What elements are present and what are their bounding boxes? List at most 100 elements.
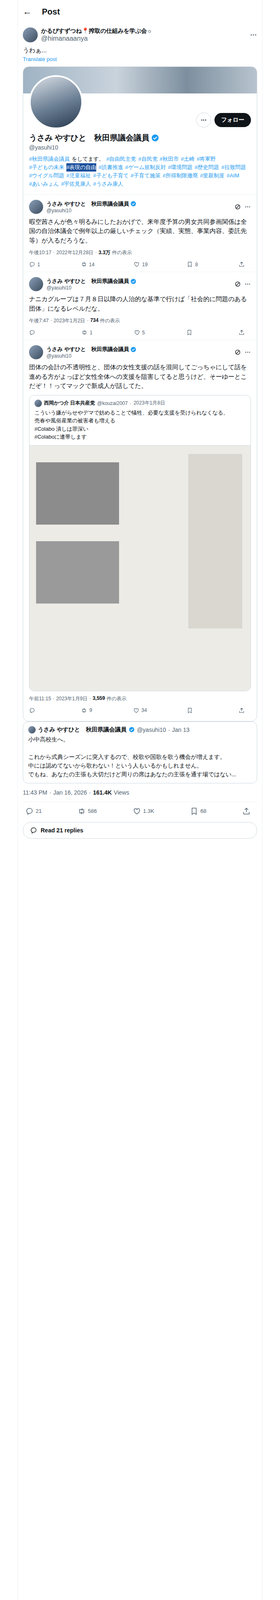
newspaper-image (29, 444, 251, 690)
verified-icon (150, 133, 160, 142)
profile-more-button[interactable] (196, 112, 212, 128)
bio-segment[interactable]: #あいみょん (29, 179, 59, 188)
bio-segment[interactable]: #秋田県議会議員 (29, 154, 70, 164)
translate-link[interactable]: Translate post (22, 56, 258, 63)
tweet-handle: @yasuhi10 (46, 207, 232, 214)
repost-icon (77, 805, 86, 815)
tweet-action[interactable]: 8 (186, 260, 200, 268)
tweet-author: うさみ やすひと 秋田県議会議員 (46, 199, 130, 208)
bio-segment[interactable]: #環境問題 (168, 163, 193, 172)
quoted-tweet: 西岡かつ介 日本共産党 @kouzai2007 · 2023年1月8日 こういう… (29, 394, 251, 691)
tweet-meta: 午前11:15·2023年1月9日· 3,559件の表示 (29, 694, 251, 702)
tweet-actions: 9 34 (29, 704, 251, 715)
tweet-action[interactable]: 5 (133, 328, 147, 336)
tweet-action[interactable]: 34 (133, 706, 147, 713)
repost-icon (80, 260, 88, 268)
share-icon (238, 260, 245, 268)
back-button[interactable]: ← (22, 6, 32, 18)
bio-segment[interactable]: #自民党 (138, 154, 158, 164)
tweet-action[interactable] (186, 328, 199, 336)
bio-segment[interactable]: #児童福祉 (66, 171, 91, 180)
tweet-action[interactable] (186, 706, 200, 713)
bio-segment[interactable]: #ゲーム規制反対 (125, 163, 166, 172)
tweet-actions: 1 14 19 8 (29, 259, 251, 269)
quote-author: うさみ やすひと 秋田県議会議員 (37, 725, 127, 733)
verified-icon (130, 277, 137, 285)
tweet-action[interactable]: 1 (81, 328, 94, 336)
tweet-action[interactable] (238, 328, 251, 336)
bio-segment[interactable]: #自由民主党 (106, 154, 137, 164)
post-action[interactable] (242, 805, 255, 815)
post-action[interactable]: 586 (77, 805, 98, 815)
more-icon[interactable] (249, 31, 258, 39)
bio-segment[interactable]: #土崎 (180, 154, 195, 164)
tweet-handle: @yasuhi10 (46, 284, 232, 291)
post-actions: 21 586 1.3K 68 (22, 800, 258, 820)
bookmark-icon (189, 805, 199, 815)
tweet-action[interactable]: 19 (133, 260, 148, 268)
bio-segment[interactable]: #将軍野 (196, 154, 216, 164)
quoted-post[interactable]: うさみ やすひと 秋田県議会議員 @yasuhi10 · Jan 13 小中高校… (22, 720, 258, 783)
author-handle[interactable]: @himanaaanya (41, 34, 247, 43)
tweet-action[interactable] (238, 260, 251, 268)
post-action[interactable]: 21 (25, 805, 42, 815)
tweet-actions: 15 (29, 327, 251, 337)
post-action[interactable]: 1.3K (132, 805, 155, 815)
quote-text: こういう嫌がらせやデマで妨めることで犠牲、必要な支援を受けられなくなる。 売春や… (29, 406, 251, 445)
tweet-action[interactable]: 1 (29, 260, 42, 268)
profile-avatar (29, 75, 83, 130)
read-replies-button[interactable]: Read 21 replies (22, 820, 258, 838)
tweet-action[interactable] (29, 328, 42, 336)
embedded-screenshot[interactable]: フォロー うさみ やすひと 秋田県議会議員 @yasuhi10 #秋田県議会議員… (22, 66, 258, 721)
tweet-avatar (29, 199, 44, 214)
bio-segment[interactable]: #里親制度 (199, 171, 225, 180)
bio-segment[interactable]: #拉致問題 (221, 163, 246, 172)
bookmark-icon (186, 328, 193, 336)
heart-icon (133, 706, 140, 713)
post-author: かるぴすずつね📍搾取の仕組みを学ぶ会☼ @himanaaanya (22, 27, 258, 43)
post-action[interactable]: 68 (189, 805, 207, 815)
chat-icon (29, 825, 38, 833)
tweet-text: 団体の会計の不透明性と、団体の女性支援の話を混同してごっちゃにして話を進める方が… (29, 362, 251, 391)
post-column: ← Post かるぴすずつね📍搾取の仕組みを学ぶ会☼ @himanaaanya … (17, 0, 263, 1598)
tweet-author: うさみ やすひと 秋田県議会議員 (46, 277, 130, 285)
bio-segment[interactable]: #歴史問題 (194, 163, 220, 172)
bio-segment[interactable]: #宇佐見康人 (60, 179, 91, 188)
tweet-action[interactable]: 9 (80, 706, 94, 713)
share-icon (238, 328, 245, 336)
reply-icon (29, 328, 36, 336)
verified-icon (130, 345, 137, 353)
grok-icon (234, 203, 242, 210)
bio-segment[interactable]: #子どもの未来 (29, 163, 65, 172)
heart-icon (133, 260, 140, 268)
quote-avatar (28, 725, 36, 733)
bio-segment[interactable]: #子育て施策 (130, 171, 161, 180)
embedded-tweet: うさみ やすひと 秋田県議会議員 @yasuhi10 団体の会計の不透明性と、団… (23, 339, 257, 717)
embedded-tweet: うさみ やすひと 秋田県議会議員 @yasuhi10 暇空茜さんが色々明るみにし… (23, 194, 257, 272)
heart-icon (133, 328, 141, 336)
author-name[interactable]: かるぴすずつね📍搾取の仕組みを学ぶ会☼ (41, 27, 247, 35)
top-bar: ← Post (22, 0, 258, 24)
follow-button[interactable]: フォロー (214, 112, 251, 127)
more-icon (200, 116, 207, 124)
tweet-avatar (29, 276, 44, 291)
tweet-handle: @yasuhi10 (46, 352, 232, 359)
tweet-action[interactable]: 14 (80, 260, 95, 268)
quote-handle: @yasuhi10 (136, 725, 166, 733)
bio-segment[interactable]: #子ども子育て (92, 171, 129, 180)
tweet-text: 暇空茜さんが色々明るみにしたおかげで、来年度予算の男女共同参画関係は全国の自治体… (29, 216, 251, 246)
tweet-author: うさみ やすひと 秋田県議会議員 (46, 345, 130, 353)
bio-segment[interactable]: #AIM (226, 171, 239, 180)
tweet-action[interactable] (29, 706, 42, 713)
author-avatar[interactable] (22, 27, 38, 43)
more-icon (244, 280, 251, 288)
bio-segment[interactable]: #読書推進 (98, 163, 123, 172)
tweet-action[interactable] (238, 706, 251, 713)
bio-segment[interactable]: #うさみ康人 (92, 179, 123, 188)
bio-segment[interactable]: #所得制限撤廃 (162, 171, 198, 180)
bio-segment[interactable]: #ウイグル問題 (29, 171, 65, 180)
bio-segment[interactable]: #秋田市 (159, 154, 179, 164)
tweet-meta: 午後7:47·2023年1月2日· 734件の表示 (29, 316, 251, 324)
bio-segment[interactable]: #表現の自由 (66, 163, 97, 172)
quote-date: 2023年1月8日 (133, 399, 166, 407)
